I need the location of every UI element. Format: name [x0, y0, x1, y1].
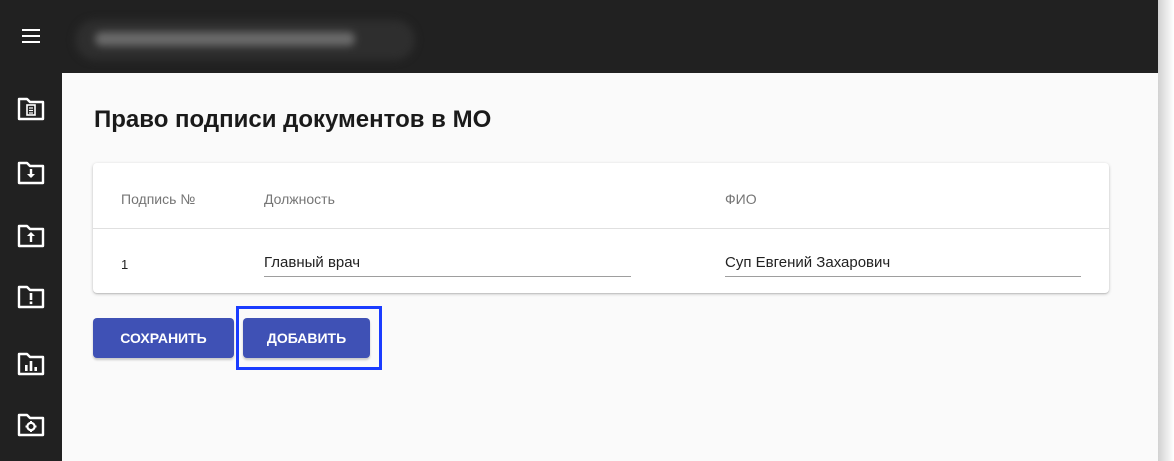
- window-shadow: [1158, 0, 1174, 461]
- main-content: Право подписи документов в МО Подпись № …: [62, 73, 1158, 461]
- add-button-highlight: [236, 306, 382, 370]
- sidebar-item-settings[interactable]: [15, 408, 47, 440]
- sidebar-item-documents[interactable]: [15, 92, 47, 124]
- alert-folder-icon: [17, 285, 45, 309]
- position-input[interactable]: [264, 249, 631, 275]
- sidebar-item-upload[interactable]: [15, 219, 47, 251]
- name-field[interactable]: [725, 249, 1081, 277]
- column-header-number: Подпись №: [121, 191, 196, 207]
- upload-folder-icon: [17, 224, 45, 248]
- header-divider: [93, 228, 1109, 229]
- column-header-position: Должность: [264, 191, 335, 207]
- download-folder-icon: [17, 161, 45, 185]
- sidebar: [0, 73, 62, 461]
- position-field[interactable]: [264, 249, 631, 277]
- top-app-bar: [0, 0, 1158, 73]
- sidebar-item-download[interactable]: [15, 156, 47, 188]
- sidebar-item-alerts[interactable]: [15, 280, 47, 312]
- name-input[interactable]: [725, 249, 1081, 275]
- page-title: Право подписи документов в МО: [94, 106, 492, 133]
- app-window: Право подписи документов в МО Подпись № …: [0, 0, 1158, 461]
- row-number: 1: [121, 257, 129, 272]
- hamburger-menu-icon: [22, 29, 40, 43]
- sidebar-item-reports[interactable]: [15, 347, 47, 379]
- menu-button[interactable]: [0, 0, 62, 73]
- report-chart-icon: [17, 352, 45, 376]
- signatures-table: Подпись № Должность ФИО 1: [93, 163, 1109, 293]
- blurred-app-title: [75, 20, 415, 60]
- column-header-name: ФИО: [725, 191, 757, 207]
- settings-folder-icon: [17, 413, 45, 437]
- save-button[interactable]: СОХРАНИТЬ: [93, 318, 234, 358]
- document-folder-icon: [17, 97, 45, 121]
